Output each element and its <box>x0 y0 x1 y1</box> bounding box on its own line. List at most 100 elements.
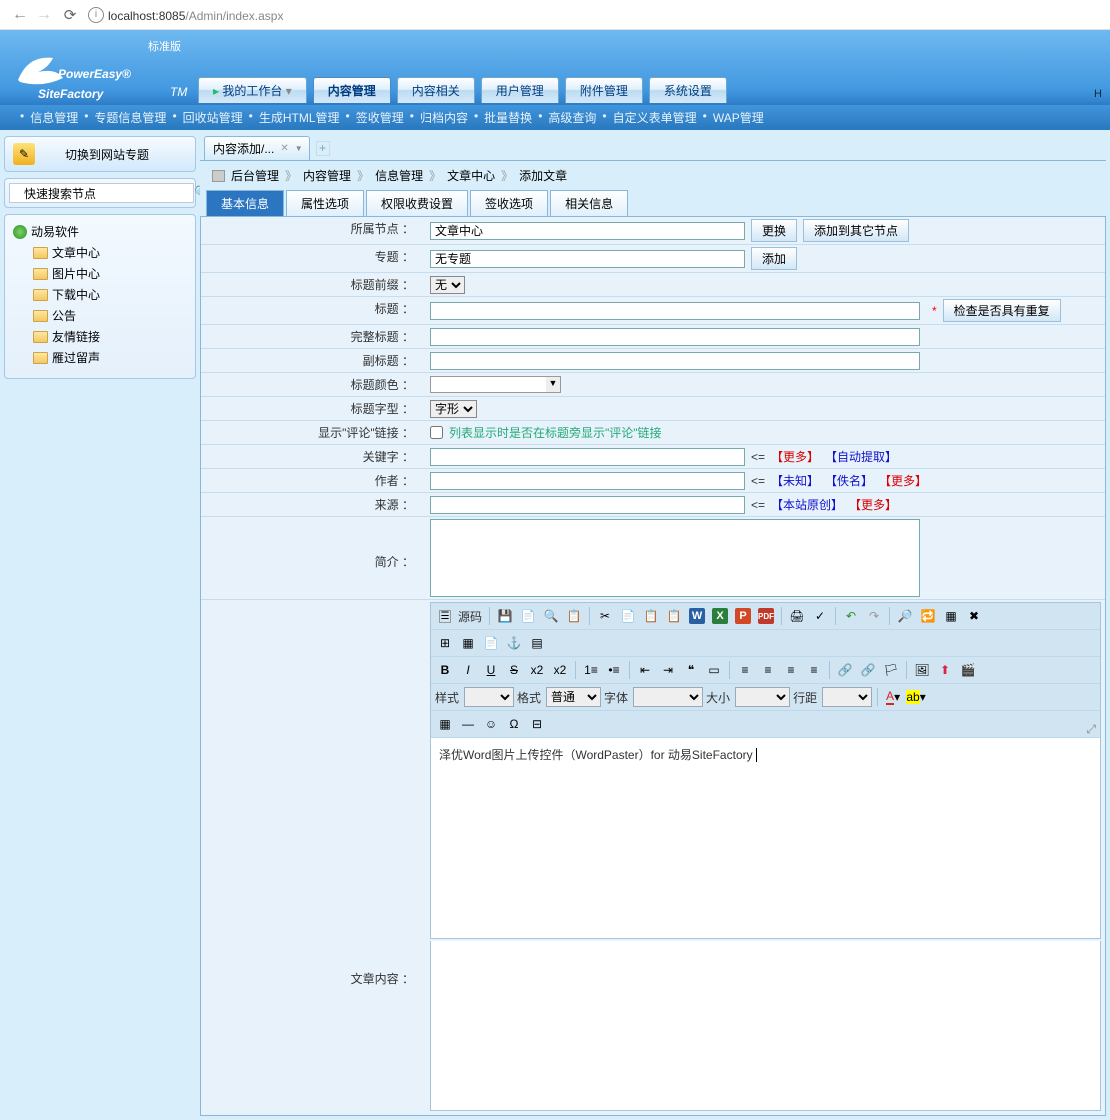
font-select[interactable] <box>633 687 703 707</box>
nav-forward-icon[interactable]: → <box>32 6 56 24</box>
align-right-icon[interactable]: ≡ <box>781 660 801 680</box>
outdent-icon[interactable]: ⇤ <box>635 660 655 680</box>
copy-icon[interactable]: 📄 <box>618 606 638 626</box>
link-more[interactable]: 【更多】 <box>771 448 819 465</box>
pagebreak-icon[interactable]: ⊟ <box>527 714 547 734</box>
refresh-icon[interactable]: ⟳ <box>56 6 84 24</box>
form-tab-sign[interactable]: 签收选项 <box>470 190 548 216</box>
add-topic-button[interactable]: 添加 <box>751 247 797 270</box>
cut-icon[interactable]: ✂ <box>595 606 615 626</box>
undo-icon[interactable]: ↶ <box>841 606 861 626</box>
format-select[interactable]: 普通 <box>546 687 601 707</box>
tree-item-guestbook[interactable]: 雁过留声 <box>9 347 191 368</box>
subnav-customform[interactable]: 自定义表单管理 <box>613 109 697 126</box>
nav-tab-related[interactable]: 内容相关 <box>397 77 475 103</box>
expand-icon[interactable]: ⤢ <box>1086 722 1096 737</box>
new-icon[interactable]: 📄 <box>518 606 538 626</box>
form-tab-basic[interactable]: 基本信息 <box>206 190 284 216</box>
tree-item-image[interactable]: 图片中心 <box>9 263 191 284</box>
ppt-icon[interactable]: P <box>733 606 753 626</box>
replace-icon[interactable]: 🔁 <box>918 606 938 626</box>
anchor-icon[interactable]: ⚓ <box>504 633 524 653</box>
bc-item[interactable]: 内容管理 <box>303 167 351 184</box>
print-icon[interactable]: 🖨 <box>787 606 807 626</box>
bc-item[interactable]: 信息管理 <box>375 167 423 184</box>
excel-icon[interactable]: X <box>710 606 730 626</box>
site-info-icon[interactable]: i <box>88 7 104 23</box>
form-tab-related[interactable]: 相关信息 <box>550 190 628 216</box>
find-icon[interactable]: 🔎 <box>895 606 915 626</box>
zoom-icon[interactable]: ⊞ <box>435 633 455 653</box>
nav-tab-content[interactable]: 内容管理 <box>313 77 391 103</box>
save-icon[interactable]: 💾 <box>495 606 515 626</box>
link-anon[interactable]: 【佚名】 <box>825 472 873 489</box>
page-icon[interactable]: 📄 <box>481 633 501 653</box>
text-color-icon[interactable]: A▾ <box>883 687 903 707</box>
form-tab-perm[interactable]: 权限收费设置 <box>366 190 468 216</box>
underline-icon[interactable]: U <box>481 660 501 680</box>
editor-content[interactable]: 泽优Word图片上传控件（WordPaster）for 动易SiteFactor… <box>431 738 1100 938</box>
paste-text-icon[interactable]: 📋 <box>664 606 684 626</box>
doc-icon[interactable]: ▤ <box>527 633 547 653</box>
link-icon[interactable]: 🔗 <box>835 660 855 680</box>
size-select[interactable] <box>735 687 790 707</box>
table-icon[interactable]: ▦ <box>435 714 455 734</box>
bg-color-icon[interactable]: ab▾ <box>906 687 926 707</box>
bc-item[interactable]: 文章中心 <box>447 167 495 184</box>
upload-icon[interactable]: ⬆ <box>935 660 955 680</box>
chevron-down-icon[interactable]: ▼ <box>546 377 560 392</box>
quote-icon[interactable]: ❝ <box>681 660 701 680</box>
subnav-archive[interactable]: 归档内容 <box>420 109 468 126</box>
link-orig[interactable]: 【本站原创】 <box>771 496 843 513</box>
source-input[interactable] <box>430 496 745 514</box>
paste-word-icon[interactable]: W <box>687 606 707 626</box>
italic-icon[interactable]: I <box>458 660 478 680</box>
nav-back-icon[interactable]: ← <box>8 6 32 24</box>
form-tab-attr[interactable]: 属性选项 <box>286 190 364 216</box>
check-dup-button[interactable]: 检查是否具有重复 <box>943 299 1061 322</box>
media-icon[interactable]: 🎬 <box>958 660 978 680</box>
ol-icon[interactable]: 1≡ <box>581 660 601 680</box>
line-select[interactable] <box>822 687 872 707</box>
image-icon[interactable]: 🖼 <box>912 660 932 680</box>
div-icon[interactable]: ▭ <box>704 660 724 680</box>
content-tab[interactable]: 内容添加/... ✕ ▼ <box>204 136 310 160</box>
hr-icon[interactable]: — <box>458 714 478 734</box>
tree-item-article[interactable]: 文章中心 <box>9 242 191 263</box>
link-more[interactable]: 【更多】 <box>849 496 897 513</box>
emoji-icon[interactable]: ☺ <box>481 714 501 734</box>
style-select[interactable] <box>464 687 514 707</box>
ul-icon[interactable]: •≡ <box>604 660 624 680</box>
nav-tab-system[interactable]: 系统设置 <box>649 77 727 103</box>
subnav-topic[interactable]: 专题信息管理 <box>94 109 166 126</box>
close-icon[interactable]: ✕ <box>280 143 288 154</box>
topic-input[interactable] <box>430 250 745 268</box>
prefix-select[interactable]: 无 <box>430 276 465 294</box>
subnav-info[interactable]: 信息管理 <box>30 109 78 126</box>
align-justify-icon[interactable]: ≡ <box>804 660 824 680</box>
home-icon[interactable] <box>212 170 225 182</box>
anchor2-icon[interactable]: 🏳 <box>881 660 901 680</box>
spell-icon[interactable]: ✓ <box>810 606 830 626</box>
fulltitle-input[interactable] <box>430 328 920 346</box>
subnav-batch[interactable]: 批量替换 <box>484 109 532 126</box>
preview-icon[interactable]: 🔍 <box>541 606 561 626</box>
grid-icon[interactable]: ▦ <box>458 633 478 653</box>
title-input[interactable] <box>430 302 920 320</box>
node-input[interactable] <box>430 222 745 240</box>
sub-icon[interactable]: x2 <box>527 660 547 680</box>
special-char-icon[interactable]: Ω <box>504 714 524 734</box>
subnav-html[interactable]: 生成HTML管理 <box>259 109 340 126</box>
tree-root[interactable]: 动易软件 <box>9 221 191 242</box>
align-left-icon[interactable]: ≡ <box>735 660 755 680</box>
url-bar[interactable]: i localhost:8085/Admin/index.aspx <box>88 7 1102 23</box>
bold-icon[interactable]: B <box>435 660 455 680</box>
tree-item-notice[interactable]: 公告 <box>9 305 191 326</box>
bc-item[interactable]: 后台管理 <box>231 167 279 184</box>
align-center-icon[interactable]: ≡ <box>758 660 778 680</box>
source-btn[interactable]: ☰ <box>435 606 455 626</box>
subnav-search[interactable]: 高级查询 <box>548 109 596 126</box>
color-picker[interactable]: ▼ <box>430 376 561 393</box>
home-link-icon[interactable]: H <box>1094 88 1102 100</box>
subnav-sign[interactable]: 签收管理 <box>356 109 404 126</box>
